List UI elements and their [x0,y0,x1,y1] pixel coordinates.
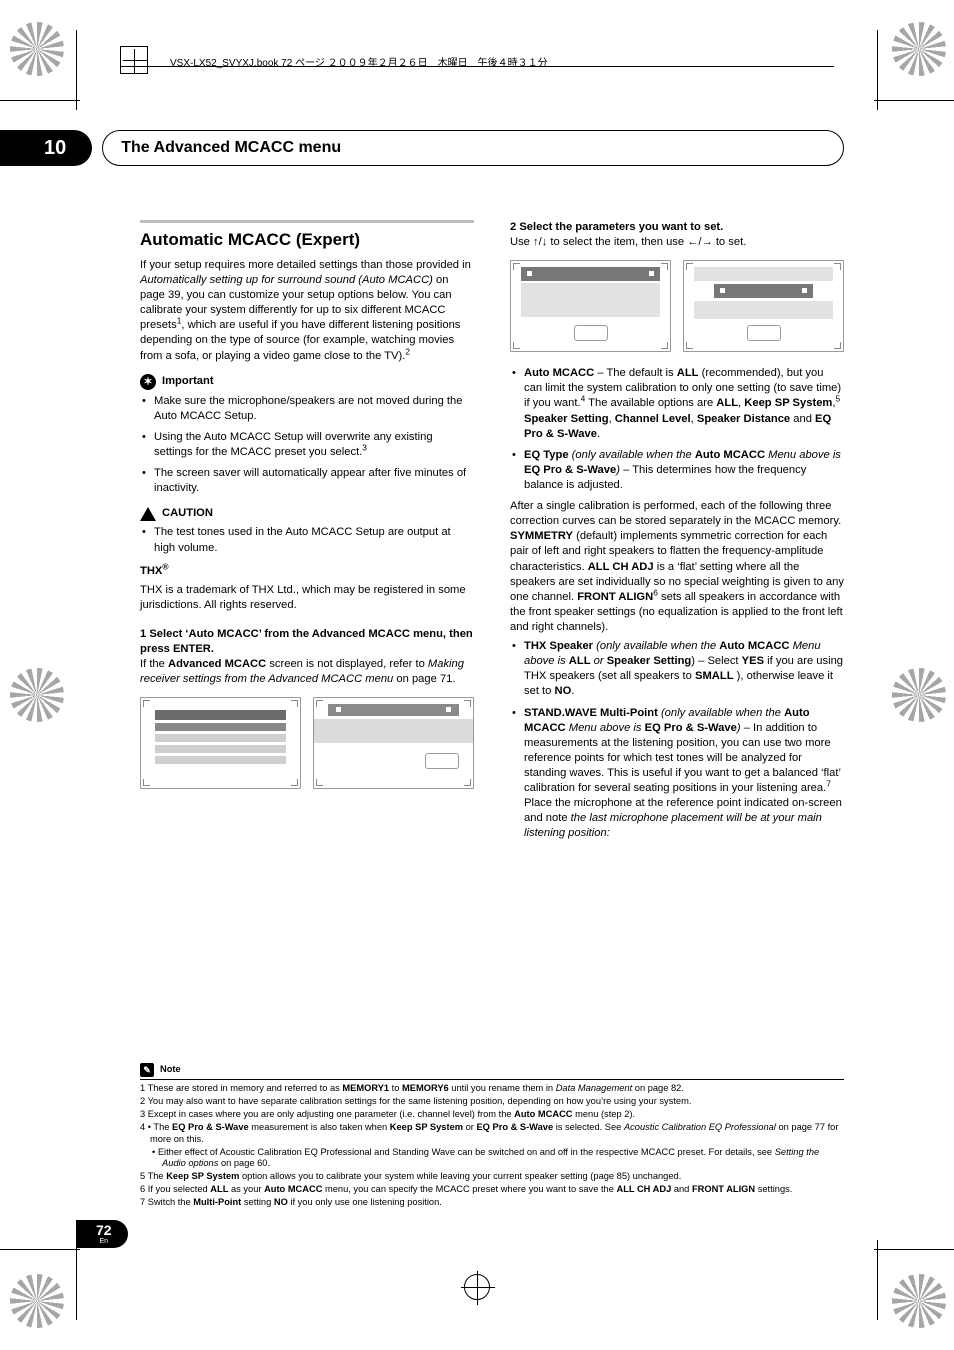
page-number: 72 [96,1223,112,1237]
body-paragraph: THX is a trademark of THX Ltd., which ma… [140,583,474,613]
list-item: Make sure the microphone/speakers are no… [140,394,474,424]
footnote: • Either effect of Acoustic Calibration … [140,1147,844,1171]
print-header: VSX-LX52_SVYXJ.book 72 ページ ２００９年２月２６日 木曜… [120,56,834,76]
chapter-number-badge: 10 [0,130,92,166]
footnote: 1 These are stored in memory and referre… [140,1083,844,1095]
crop-mark [874,100,954,101]
list-item: The test tones used in the Auto MCACC Se… [140,525,474,555]
note-icon: ✎ [140,1063,154,1077]
ui-screenshot-placeholder [683,260,844,352]
body-paragraph: After a single calibration is performed,… [510,499,844,635]
registration-mark-icon [892,1274,946,1328]
section-heading: Automatic MCACC (Expert) [140,229,474,252]
body-paragraph: If your setup requires more detailed set… [140,258,474,364]
screenshot-row [140,697,474,789]
section-rule [140,220,474,223]
footnote: 5 The Keep SP System option allows you t… [140,1171,844,1183]
body-paragraph: If the Advanced MCACC screen is not disp… [140,657,474,687]
footnote: 7 Switch the Multi-Point setting NO if y… [140,1197,844,1209]
arrow-up-icon: ↑ [533,236,539,248]
crop-mark [0,100,80,101]
important-label: ✶ Important [140,374,474,390]
page: VSX-LX52_SVYXJ.book 72 ページ ２００９年２月２６日 木曜… [0,0,954,1350]
page-number-badge: 72 En [76,1220,128,1248]
registration-mark-icon [892,668,946,722]
step-item: 1 Select ‘Auto MCACC’ from the Advanced … [140,627,474,789]
registration-mark-icon [892,22,946,76]
chapter-number: 10 [44,137,66,160]
print-header-text: VSX-LX52_SVYXJ.book 72 ページ ２００９年２月２６日 木曜… [170,54,548,69]
registration-target-icon [464,1274,490,1300]
list-item: Auto MCACC – The default is ALL (recomme… [510,366,844,442]
crop-mark [76,30,77,110]
chapter-title-pill: The Advanced MCACC menu [102,130,844,166]
chapter-title: The Advanced MCACC menu [121,139,341,157]
footnotes: ✎ Note 1 These are stored in memory and … [140,1063,844,1210]
registration-mark-icon [10,22,64,76]
crop-mark [0,1249,80,1250]
crosshair-icon [120,46,148,74]
body-paragraph: Use ↑/↓ to select the item, then use ←/→… [510,235,844,250]
registration-mark-icon [10,1274,64,1328]
registration-mark-icon [10,668,64,722]
footnote: 3 Except in cases where you are only adj… [140,1109,844,1121]
arrow-left-icon: ← [687,236,698,248]
crop-mark [877,30,878,110]
screenshot-row [510,260,844,352]
footnote: 4 • The EQ Pro & S-Wave measurement is a… [140,1122,844,1146]
arrow-down-icon: ↓ [542,236,548,248]
info-icon: ✶ [140,374,156,390]
list-item: The screen saver will automatically appe… [140,466,474,496]
parameter-list: THX Speaker (only available when the Aut… [510,639,844,841]
arrow-right-icon: → [702,236,713,248]
footnote: 2 You may also want to have separate cal… [140,1096,844,1108]
body-content: Automatic MCACC (Expert) If your setup r… [140,220,844,1150]
list-item: EQ Type (only available when the Auto MC… [510,448,844,493]
chapter-header: 10 The Advanced MCACC menu [0,130,844,166]
important-list: Make sure the microphone/speakers are no… [140,394,474,497]
list-item: Using the Auto MCACC Setup will overwrit… [140,430,474,460]
ui-screenshot-placeholder [510,260,671,352]
list-item: STAND.WAVE Multi-Point (only available w… [510,706,844,842]
step-item: 2 Select the parameters you want to set.… [510,220,844,842]
note-label: ✎ Note [140,1063,844,1077]
crop-mark [76,1240,77,1320]
ui-screenshot-placeholder [140,697,301,789]
footnote: 6 If you selected ALL as your Auto MCACC… [140,1184,844,1196]
caution-list: The test tones used in the Auto MCACC Se… [140,525,474,555]
warning-triangle-icon [140,507,156,521]
page-lang: En [96,1238,112,1245]
crop-mark [874,1249,954,1250]
ui-screenshot-placeholder [313,697,474,789]
parameter-list: Auto MCACC – The default is ALL (recomme… [510,366,844,493]
crop-mark [877,1240,878,1320]
caution-label: CAUTION [140,506,474,521]
list-item: THX Speaker (only available when the Aut… [510,639,844,699]
thx-heading: THX® [140,564,474,579]
